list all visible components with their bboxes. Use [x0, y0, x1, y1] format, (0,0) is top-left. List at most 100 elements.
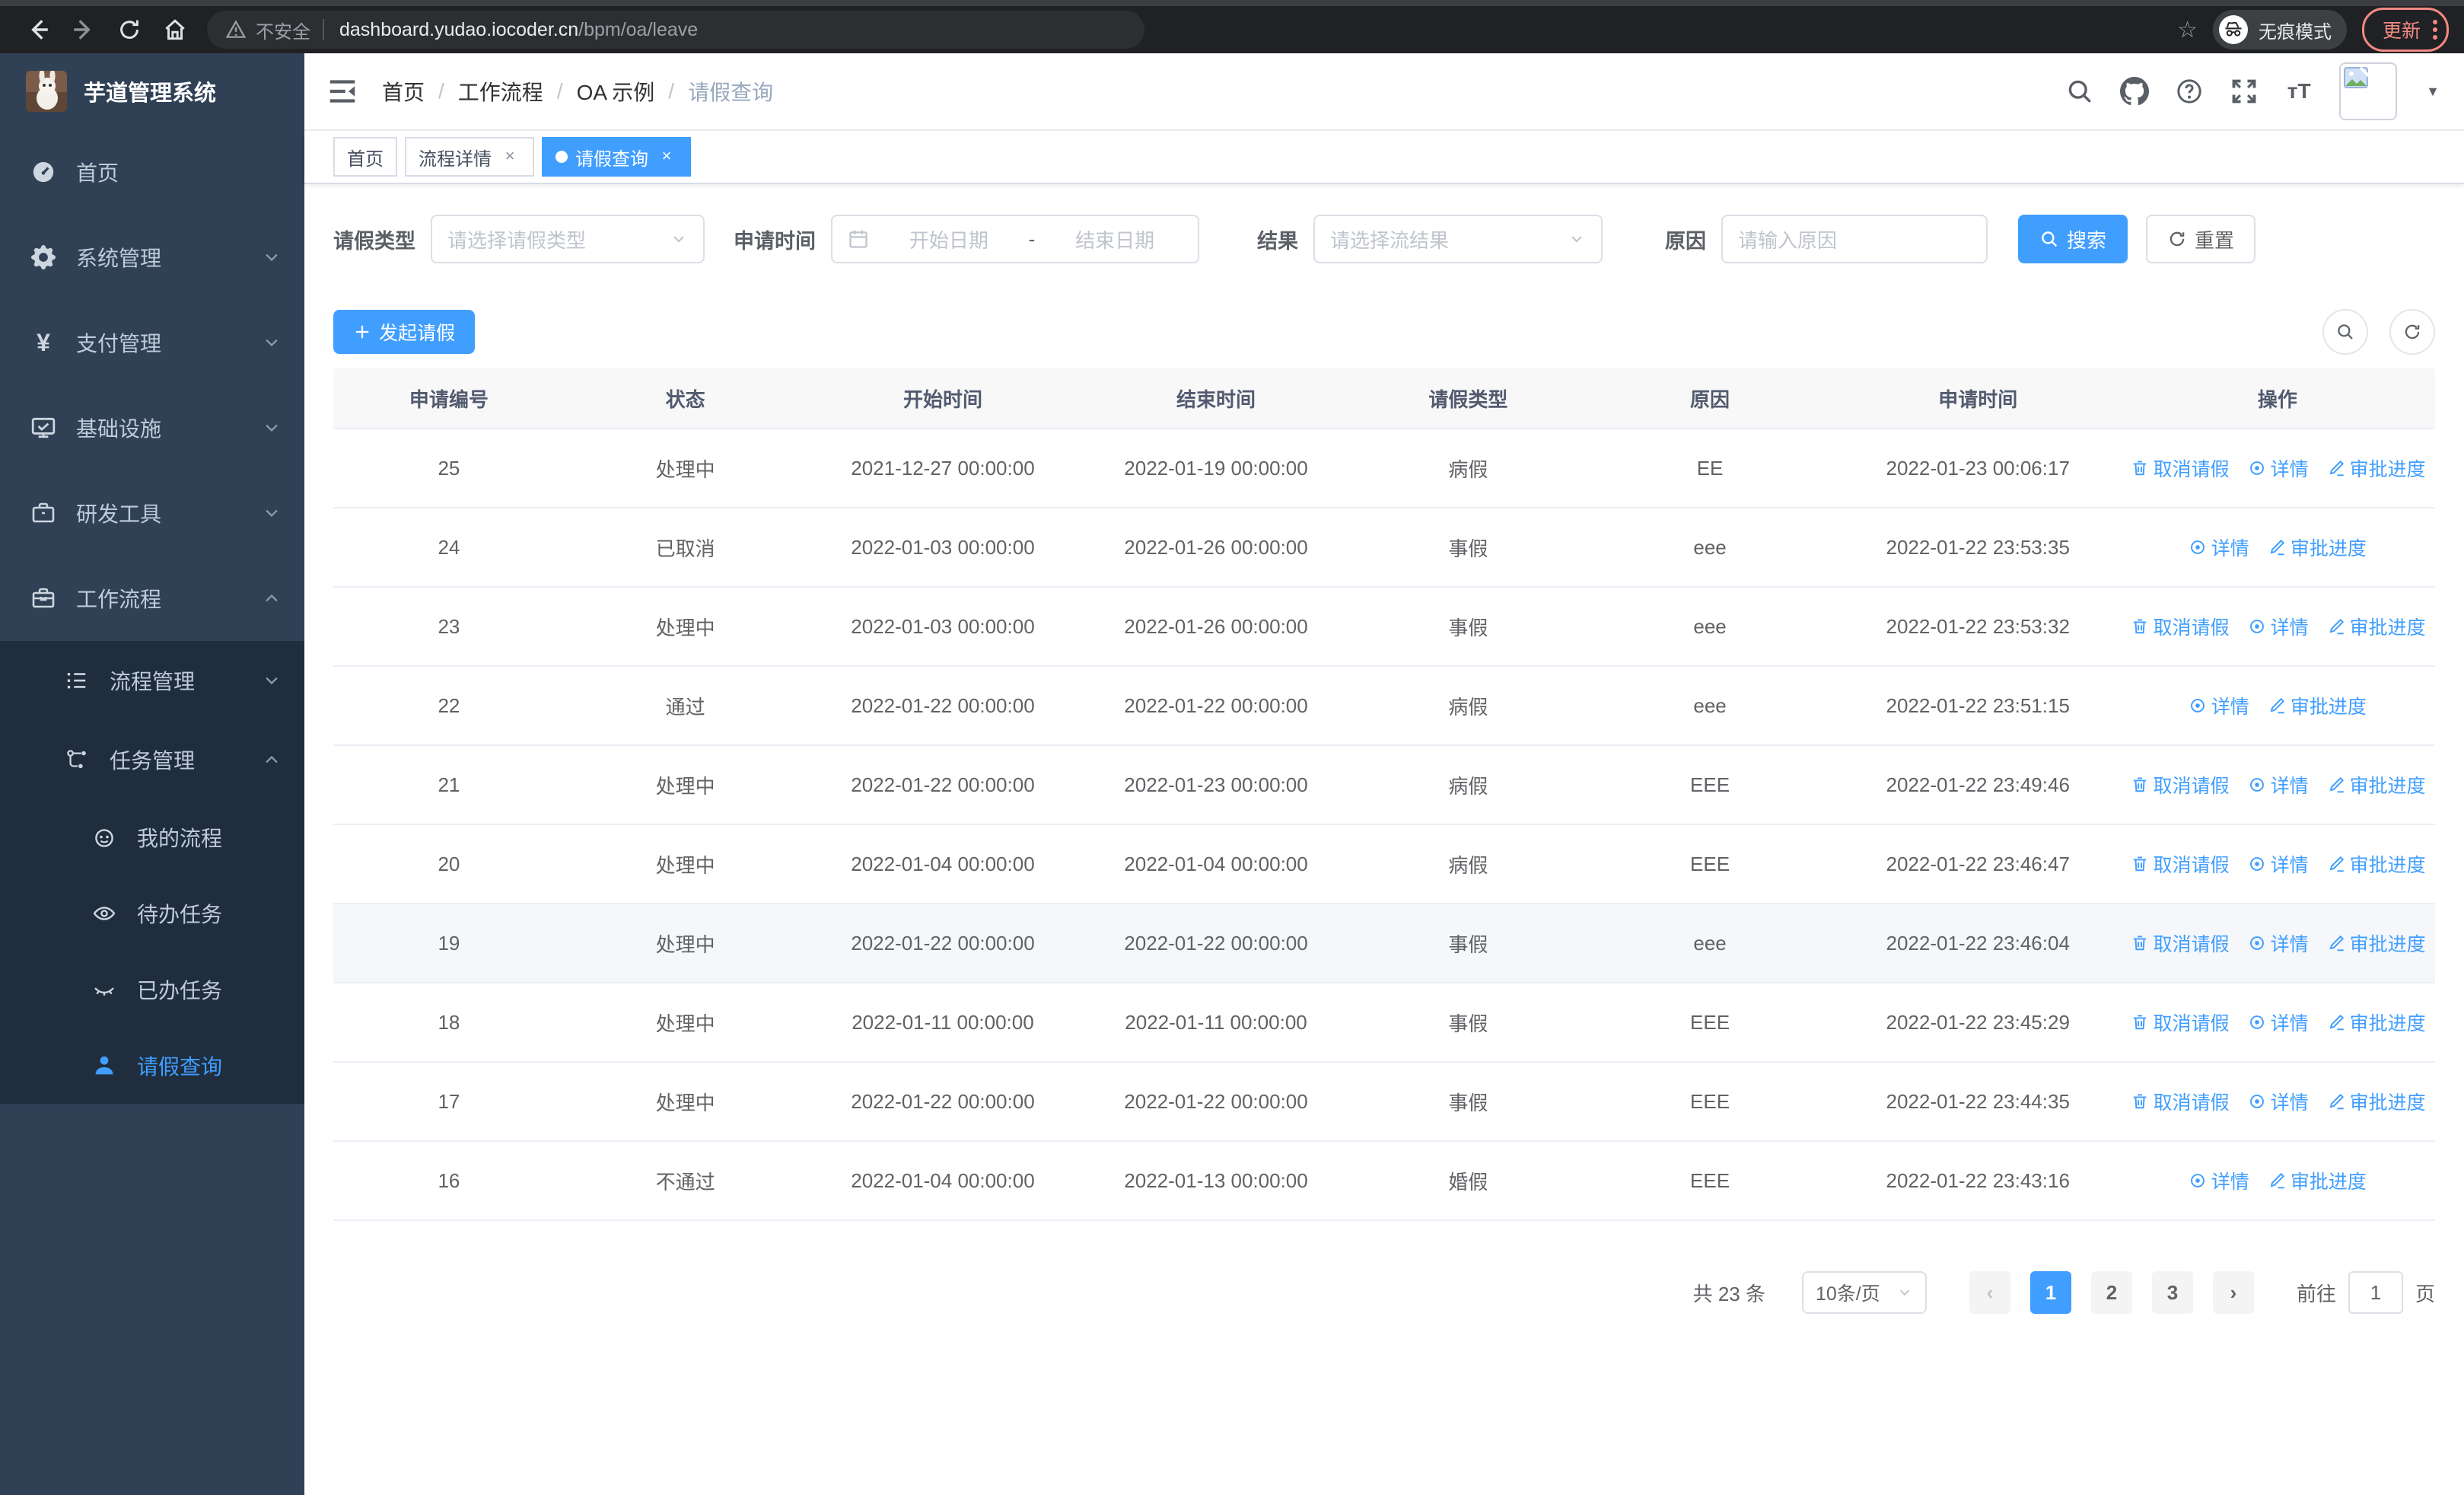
- approval-progress-link[interactable]: 审批进度: [2327, 1009, 2426, 1036]
- cancel-leave-link[interactable]: 取消请假: [2131, 1009, 2230, 1036]
- sidebar-item-devtools[interactable]: 研发工具: [0, 470, 304, 556]
- tab-home[interactable]: 首页: [333, 137, 397, 177]
- approval-progress-link[interactable]: 审批进度: [2268, 692, 2367, 719]
- update-label[interactable]: 更新: [2383, 16, 2421, 43]
- sidebar-item-my-process[interactable]: 我的流程: [0, 799, 304, 875]
- sidebar-item-payment[interactable]: ¥ 支付管理: [0, 300, 304, 385]
- browser-update-button[interactable]: 更新: [2361, 8, 2449, 52]
- sidebar-item-infra[interactable]: 基础设施: [0, 385, 304, 470]
- reload-button[interactable]: [107, 10, 152, 49]
- avatar-caret-icon[interactable]: ▼: [2426, 84, 2440, 100]
- help-icon[interactable]: [2175, 77, 2204, 106]
- table-row[interactable]: 21 处理中 2022-01-22 00:00:00 2022-01-23 00:00…: [333, 745, 2435, 825]
- approval-progress-link[interactable]: 审批进度: [2327, 850, 2426, 878]
- tab-leave-query[interactable]: 请假查询 ×: [542, 137, 691, 177]
- close-icon[interactable]: ×: [499, 146, 520, 167]
- back-button[interactable]: [15, 10, 61, 49]
- edit-icon: [2270, 539, 2284, 555]
- reset-button[interactable]: 重置: [2146, 215, 2256, 263]
- reason-input[interactable]: 请输入原因: [1721, 215, 1988, 263]
- sidebar-item-todo-tasks[interactable]: 待办任务: [0, 875, 304, 952]
- sidebar-collapse-icon[interactable]: [327, 76, 358, 107]
- cancel-leave-link[interactable]: 取消请假: [2131, 454, 2230, 482]
- cancel-leave-link[interactable]: 取消请假: [2131, 771, 2230, 799]
- sidebar-item-leave-query[interactable]: 请假查询: [0, 1028, 304, 1104]
- search-toggle-icon[interactable]: [2322, 309, 2368, 355]
- detail-link[interactable]: 详情: [2248, 850, 2309, 878]
- sidebar-item-home[interactable]: 首页: [0, 129, 304, 215]
- goto-page-input[interactable]: [2348, 1271, 2403, 1314]
- detail-link[interactable]: 详情: [2189, 1167, 2249, 1194]
- sidebar-item-process-mgmt[interactable]: 流程管理: [0, 641, 304, 720]
- detail-link[interactable]: 详情: [2248, 771, 2309, 799]
- sidebar-item-label: 研发工具: [76, 502, 162, 526]
- github-icon[interactable]: [2120, 77, 2150, 106]
- page-size-select[interactable]: 10条/页: [1801, 1271, 1927, 1314]
- table-row[interactable]: 19 处理中 2022-01-22 00:00:00 2022-01-22 00:00…: [333, 904, 2435, 983]
- create-leave-button[interactable]: 发起请假: [333, 310, 476, 354]
- breadcrumb-workflow[interactable]: 工作流程: [458, 76, 543, 107]
- cell-end-time: 2022-01-11 00:00:00: [1079, 983, 1353, 1063]
- detail-link[interactable]: 详情: [2248, 929, 2309, 957]
- security-label[interactable]: 不安全: [256, 17, 310, 43]
- leave-type-select[interactable]: 请选择请假类型: [431, 215, 705, 263]
- search-icon[interactable]: [2065, 77, 2094, 106]
- bookmark-star-icon[interactable]: ☆: [2177, 17, 2198, 43]
- cancel-leave-link[interactable]: 取消请假: [2131, 929, 2230, 957]
- table-row[interactable]: 24 已取消 2022-01-03 00:00:00 2022-01-26 00:00…: [333, 508, 2435, 588]
- table-row[interactable]: 17 处理中 2022-01-22 00:00:00 2022-01-22 00:00…: [333, 1062, 2435, 1142]
- action-label: 详情: [2270, 775, 2309, 797]
- table-row[interactable]: 25 处理中 2021-12-27 00:00:00 2022-01-19 00:00…: [333, 429, 2435, 508]
- detail-link[interactable]: 详情: [2189, 692, 2249, 719]
- approval-progress-link[interactable]: 审批进度: [2268, 534, 2367, 561]
- approval-progress-link[interactable]: 审批进度: [2327, 454, 2426, 482]
- address-bar[interactable]: 不安全 dashboard.yudao.iocoder.cn/bpm/oa/le…: [207, 11, 1144, 49]
- browser-menu-icon[interactable]: [2433, 20, 2437, 40]
- app-logo-row[interactable]: 芋道管理系统: [0, 53, 304, 129]
- page-button-1[interactable]: 1: [2029, 1271, 2071, 1314]
- detail-link[interactable]: 详情: [2248, 1088, 2309, 1115]
- cancel-leave-link[interactable]: 取消请假: [2131, 850, 2230, 878]
- prev-page-button[interactable]: ‹: [1969, 1271, 2010, 1314]
- approval-progress-link[interactable]: 审批进度: [2327, 771, 2426, 799]
- avatar[interactable]: [2339, 62, 2398, 120]
- next-page-button[interactable]: ›: [2212, 1271, 2254, 1314]
- table-row[interactable]: 16 不通过 2022-01-04 00:00:00 2022-01-13 00:00…: [333, 1141, 2435, 1221]
- security-warning-icon[interactable]: [225, 19, 247, 40]
- breadcrumb-oa[interactable]: OA 示例: [577, 76, 655, 107]
- apply-time-range-picker[interactable]: 开始日期 - 结束日期: [831, 215, 1199, 263]
- tab-process-detail[interactable]: 流程详情 ×: [405, 137, 534, 177]
- approval-progress-link[interactable]: 审批进度: [2327, 1088, 2426, 1115]
- forward-button[interactable]: [61, 10, 107, 49]
- detail-link[interactable]: 详情: [2248, 454, 2309, 482]
- table-row[interactable]: 23 处理中 2022-01-03 00:00:00 2022-01-26 00:00…: [333, 587, 2435, 667]
- approval-progress-link[interactable]: 审批进度: [2327, 929, 2426, 957]
- cancel-leave-link[interactable]: 取消请假: [2131, 1088, 2230, 1115]
- result-select[interactable]: 请选择流结果: [1313, 215, 1603, 263]
- sidebar-item-system[interactable]: 系统管理: [0, 215, 304, 300]
- home-button[interactable]: [152, 10, 198, 49]
- table-row[interactable]: 20 处理中 2022-01-04 00:00:00 2022-01-04 00:00…: [333, 824, 2435, 904]
- approval-progress-link[interactable]: 审批进度: [2268, 1167, 2367, 1194]
- sidebar-item-workflow[interactable]: 工作流程: [0, 556, 304, 641]
- close-icon[interactable]: ×: [656, 146, 677, 167]
- detail-link[interactable]: 详情: [2248, 613, 2309, 640]
- page-button-3[interactable]: 3: [2151, 1271, 2193, 1314]
- table-row[interactable]: 18 处理中 2022-01-11 00:00:00 2022-01-11 00:00…: [333, 983, 2435, 1063]
- sidebar-item-done-tasks[interactable]: 已办任务: [0, 952, 304, 1028]
- detail-link[interactable]: 详情: [2248, 1009, 2309, 1036]
- date-start-input[interactable]: 开始日期: [881, 225, 1017, 253]
- cell-status: 处理中: [564, 745, 807, 825]
- detail-link[interactable]: 详情: [2189, 534, 2249, 561]
- table-row[interactable]: 22 通过 2022-01-22 00:00:00 2022-01-22 00:00:…: [333, 666, 2435, 746]
- refresh-table-icon[interactable]: [2389, 309, 2435, 355]
- page-button-2[interactable]: 2: [2090, 1271, 2132, 1314]
- cancel-leave-link[interactable]: 取消请假: [2131, 613, 2230, 640]
- search-button[interactable]: 搜索: [2018, 215, 2128, 263]
- fullscreen-icon[interactable]: [2230, 77, 2259, 106]
- approval-progress-link[interactable]: 审批进度: [2327, 613, 2426, 640]
- breadcrumb-home[interactable]: 首页: [382, 76, 425, 107]
- font-size-icon[interactable]: тT: [2284, 77, 2313, 106]
- date-end-input[interactable]: 结束日期: [1047, 225, 1183, 253]
- sidebar-item-task-mgmt[interactable]: 任务管理: [0, 720, 304, 799]
